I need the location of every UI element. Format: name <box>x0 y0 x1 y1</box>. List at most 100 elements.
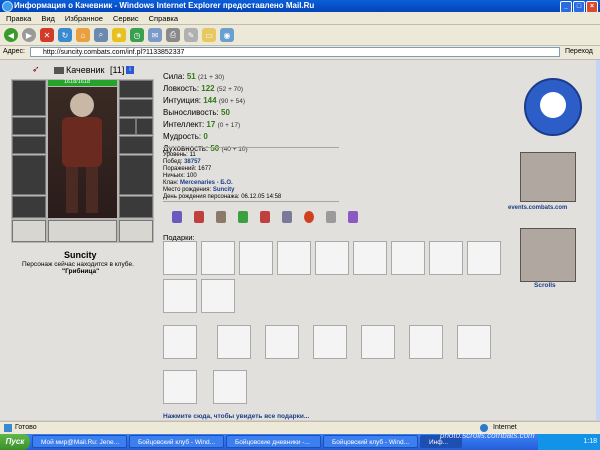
gift-item[interactable] <box>201 241 235 275</box>
ring-slot[interactable] <box>12 220 46 242</box>
print-icon[interactable]: ⎙ <box>166 28 180 42</box>
gift-item[interactable] <box>409 325 443 359</box>
crab-logo-icon[interactable] <box>524 78 582 136</box>
amulet-slot[interactable] <box>119 99 153 117</box>
character-name: Качевник <box>66 65 105 75</box>
address-input[interactable]: http://suncity.combats.com/inf.pl?113385… <box>30 47 560 57</box>
gift-item[interactable] <box>265 325 299 359</box>
menu-tools[interactable]: Сервис <box>113 14 139 23</box>
search-icon[interactable]: ⌕ <box>94 28 108 42</box>
go-button[interactable]: Переход <box>565 48 593 55</box>
badge-icon[interactable] <box>282 211 292 223</box>
hp-value: 1618/1618 <box>64 79 90 85</box>
mail-icon[interactable]: ✉ <box>148 28 162 42</box>
favorites-icon[interactable]: ★ <box>112 28 126 42</box>
badge-icon[interactable] <box>348 211 358 223</box>
task-button[interactable]: Бойцовские дневники -... <box>226 435 321 448</box>
info-level: Уровень: 11 <box>163 152 196 158</box>
forward-icon[interactable]: ▶ <box>22 28 36 42</box>
armor-slot[interactable] <box>12 196 46 218</box>
gift-item[interactable] <box>163 241 197 275</box>
start-button[interactable]: Пуск <box>0 434 30 450</box>
menu-view[interactable]: Вид <box>41 14 55 23</box>
boots-slot[interactable] <box>119 196 153 218</box>
gift-item[interactable] <box>429 241 463 275</box>
info-draws: Ничьих: 100 <box>163 173 197 179</box>
refresh-icon[interactable]: ↻ <box>58 28 72 42</box>
info-icon[interactable]: i <box>126 66 134 74</box>
title-bar: Информация о Качевник - Windows Internet… <box>0 0 600 13</box>
toolbar: ◀ ▶ ✕ ↻ ⌂ ⌕ ★ ◷ ✉ ⎙ ✎ ▭ ◉ <box>0 25 600 46</box>
gift-item[interactable] <box>163 370 197 404</box>
gift-item[interactable] <box>217 325 251 359</box>
gloves-slot[interactable] <box>12 136 46 154</box>
ring1-slot[interactable] <box>119 118 136 135</box>
badge-icon[interactable] <box>238 211 248 223</box>
messenger-icon[interactable]: ◉ <box>220 28 234 42</box>
earrings-slot[interactable] <box>119 80 153 98</box>
page-content: ➶ Качевник [11] i 1618/1618 Suncity Перс… <box>0 60 596 420</box>
gift-item[interactable] <box>457 325 491 359</box>
task-button[interactable]: Бойцовский клуб - Wind... <box>129 435 224 448</box>
clan-emblem-icon: ➶ <box>32 64 40 74</box>
menu-bar: Правка Вид Избранное Сервис Справка <box>0 12 600 25</box>
weapon-slot[interactable] <box>12 155 46 195</box>
badge-icon[interactable] <box>216 211 226 223</box>
gift-item[interactable] <box>163 279 197 313</box>
stop-icon[interactable]: ✕ <box>40 28 54 42</box>
badge-icon[interactable] <box>260 211 270 223</box>
all-gifts-link[interactable]: Нажмите сюда, чтобы увидеть все подарки.… <box>163 413 309 420</box>
gift-item[interactable] <box>201 279 235 313</box>
ring3-slot[interactable] <box>119 136 153 154</box>
badge-icon[interactable] <box>326 211 336 223</box>
badge-icon[interactable] <box>304 211 314 223</box>
menu-edit[interactable]: Правка <box>6 14 31 23</box>
gift-item[interactable] <box>239 241 273 275</box>
character-level: [11] <box>110 65 125 75</box>
events-banner-icon[interactable] <box>520 152 576 202</box>
helmet-slot[interactable] <box>12 80 46 116</box>
belt-slot[interactable] <box>119 220 153 242</box>
scrolls-link[interactable]: Scrolls <box>534 282 556 289</box>
gift-item[interactable] <box>213 370 247 404</box>
events-link[interactable]: events.combats.com <box>508 205 567 211</box>
back-icon[interactable]: ◀ <box>4 28 18 42</box>
menu-favorites[interactable]: Избранное <box>65 14 103 23</box>
shield-slot[interactable] <box>119 155 153 195</box>
window-title: Информация о Качевник - Windows Internet… <box>14 1 315 10</box>
task-button[interactable]: Бойцовский клуб - Wind... <box>323 435 418 448</box>
vertical-scrollbar[interactable] <box>596 60 600 420</box>
location-text: Персонаж сейчас находится в клубе. <box>22 261 134 268</box>
bracers-slot[interactable] <box>12 117 46 135</box>
badge-icon[interactable] <box>172 211 182 223</box>
gift-item[interactable] <box>315 241 349 275</box>
info-divider <box>163 201 339 202</box>
gift-item[interactable] <box>313 325 347 359</box>
stat-wisdom: Мудрость: 0 <box>163 132 208 141</box>
badge-icon[interactable] <box>194 211 204 223</box>
city-name: Suncity <box>64 250 97 260</box>
gift-item[interactable] <box>163 325 197 359</box>
stat-intellect: Интеллект: 17 (0 + 17) <box>163 120 241 129</box>
scrolls-banner-icon[interactable] <box>520 228 576 282</box>
gift-item[interactable] <box>391 241 425 275</box>
edit-icon[interactable]: ✎ <box>184 28 198 42</box>
stat-endurance: Выносливость: 50 <box>163 108 230 117</box>
task-button[interactable]: Мой мир@Mail.Ru: Jene... <box>32 435 127 448</box>
address-bar: Адрес: http://suncity.combats.com/inf.pl… <box>0 46 600 60</box>
home-icon[interactable]: ⌂ <box>76 28 90 42</box>
gift-item[interactable] <box>277 241 311 275</box>
history-icon[interactable]: ◷ <box>130 28 144 42</box>
gift-item[interactable] <box>467 241 501 275</box>
gift-item[interactable] <box>361 325 395 359</box>
menu-help[interactable]: Справка <box>149 14 178 23</box>
equipment-panel: 1618/1618 <box>11 79 154 243</box>
character-avatar <box>48 87 117 218</box>
ring2-slot[interactable] <box>136 118 153 135</box>
gift-item[interactable] <box>353 241 387 275</box>
clan-link[interactable]: Mercenaries - Б.О. <box>180 180 233 186</box>
pet-slot[interactable] <box>48 220 117 242</box>
page-icon <box>4 424 12 432</box>
folder-icon[interactable]: ▭ <box>202 28 216 42</box>
stat-intuition: Интуиция: 144 (90 + 54) <box>163 96 246 105</box>
